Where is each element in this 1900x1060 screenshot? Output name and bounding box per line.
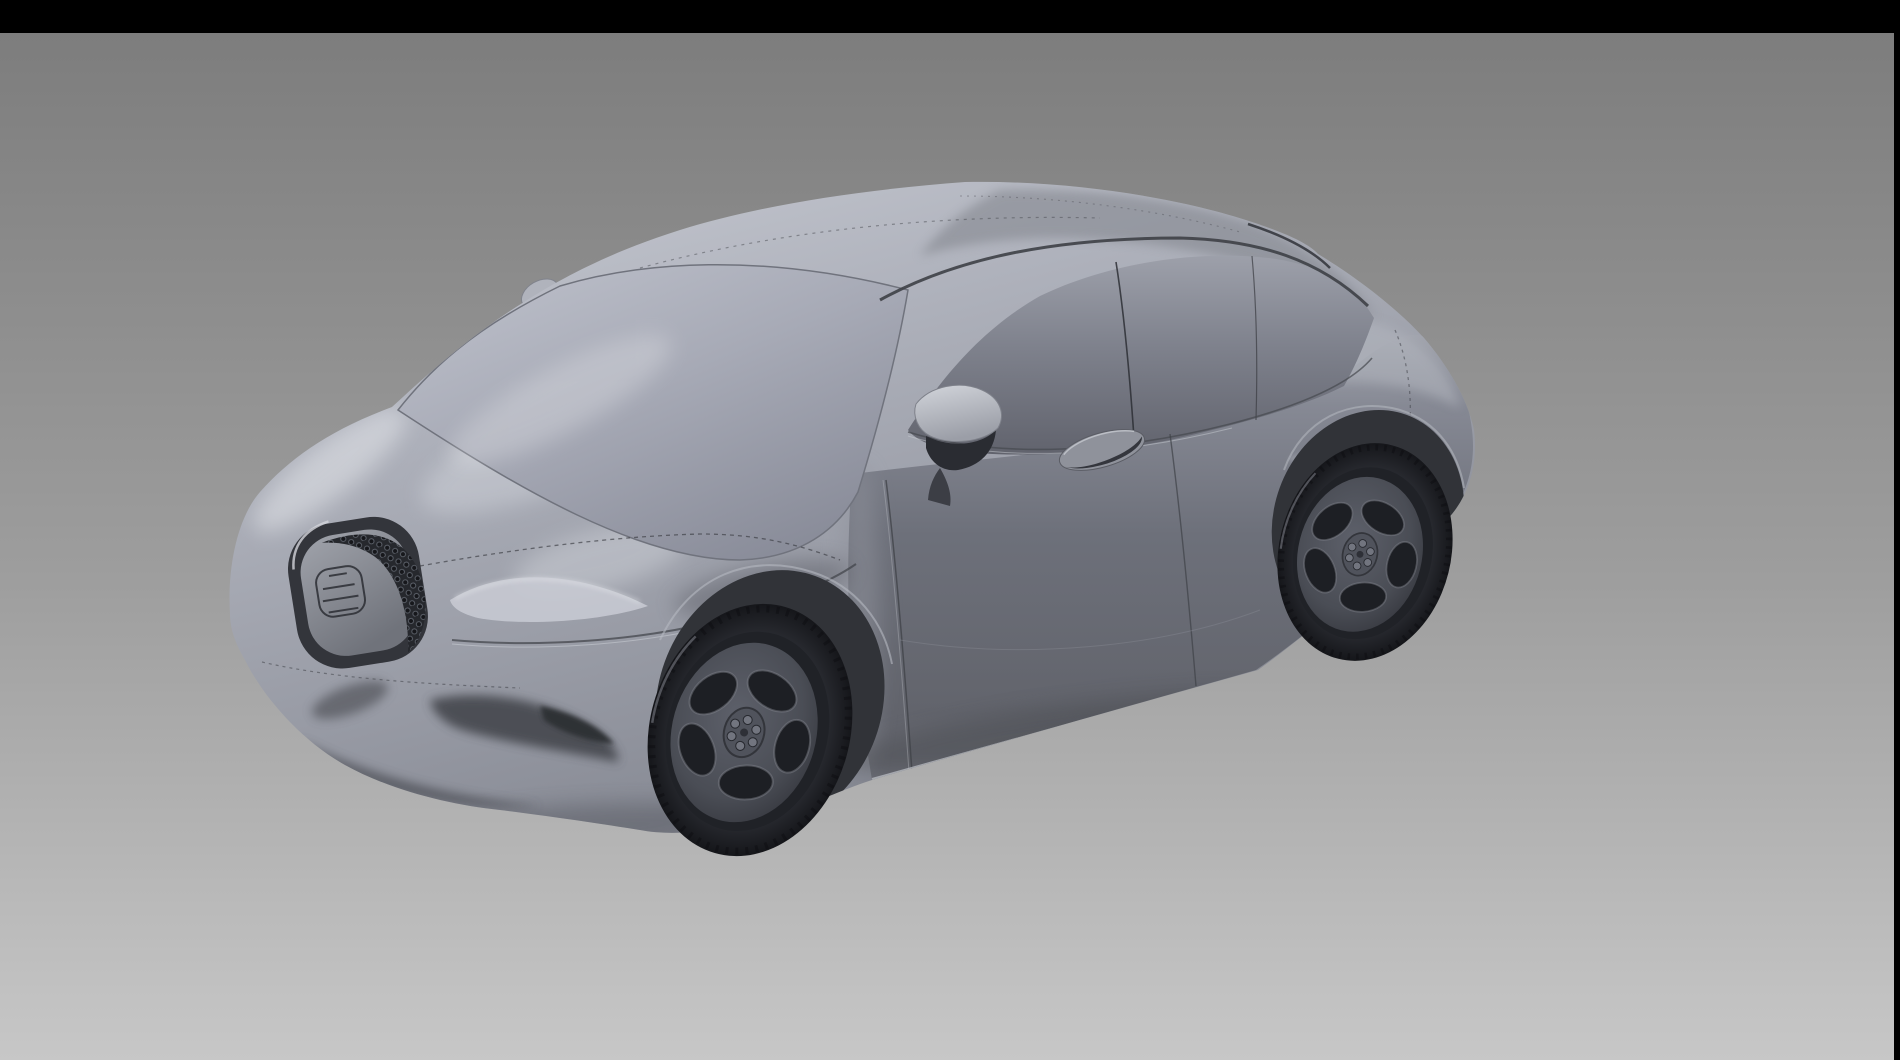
right-letterbox-bar — [1894, 0, 1900, 1060]
top-letterbox-bar — [0, 0, 1900, 33]
car-3d-render — [0, 0, 1900, 1060]
mirror-cap — [915, 385, 1002, 441]
cad-viewport[interactable] — [0, 0, 1900, 1060]
